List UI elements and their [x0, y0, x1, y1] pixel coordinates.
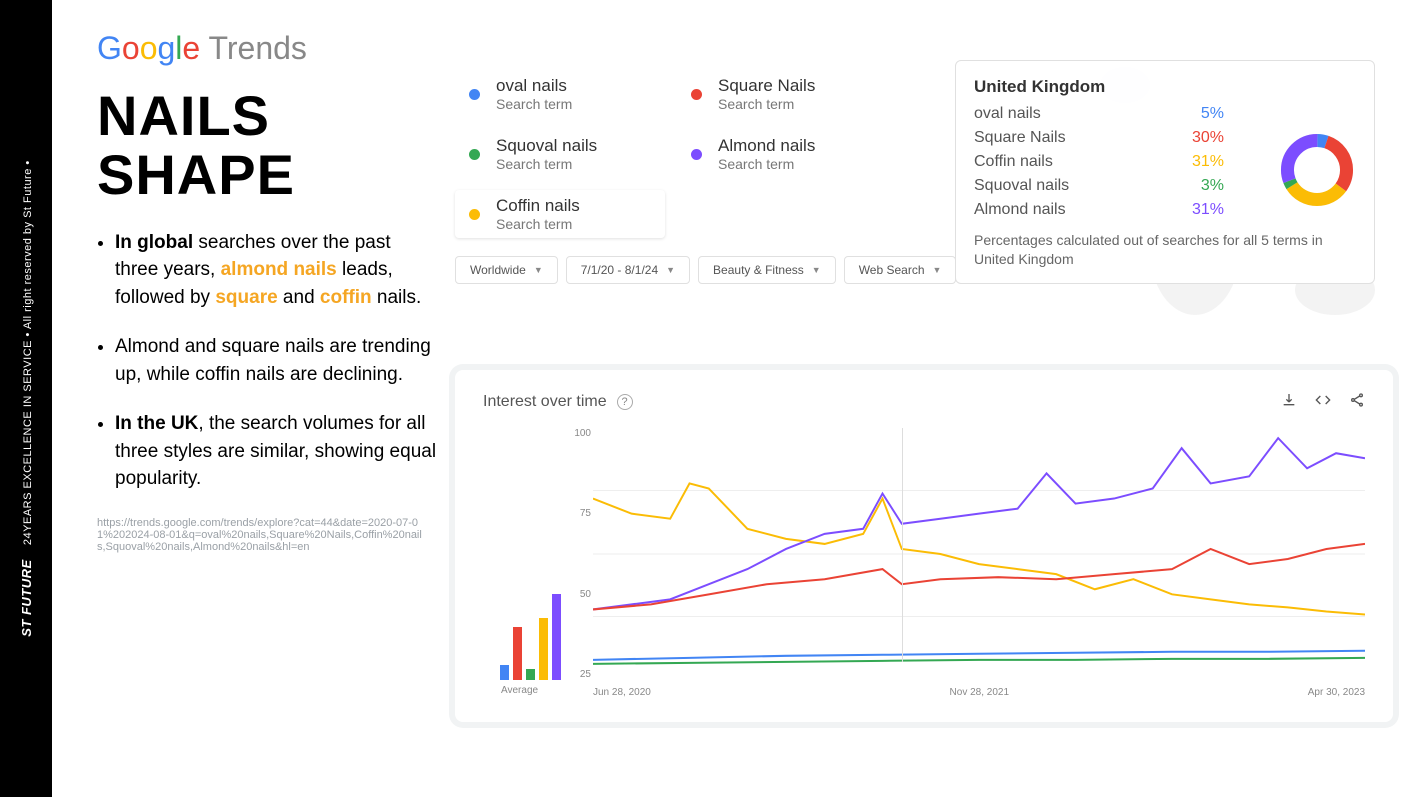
search-terms-legend: oval nailsSearch term Square NailsSearch…: [455, 70, 915, 238]
insight-item: In global searches over the past three y…: [115, 229, 437, 312]
color-dot-icon: [469, 149, 480, 160]
breakdown-note: Percentages calculated out of searches f…: [974, 231, 1356, 269]
source-url: https://trends.google.com/trends/explore…: [97, 517, 427, 553]
embed-icon[interactable]: [1315, 392, 1331, 412]
breakdown-pct: 3%: [1164, 177, 1224, 195]
breakdown-term: Coffin nails: [974, 153, 1164, 171]
breakdown-pct: 31%: [1164, 153, 1224, 171]
brand: ST FUTURE: [19, 559, 34, 636]
breakdown-term: Squoval nails: [974, 177, 1164, 195]
color-dot-icon: [469, 209, 480, 220]
category-filter[interactable]: Beauty & Fitness▼: [698, 256, 836, 284]
chevron-down-icon: ▼: [933, 265, 942, 275]
breakdown-pct: 5%: [1164, 105, 1224, 123]
copyright-sidebar: ST FUTURE 24YEARS EXCELLENCE IN SERVICE …: [0, 0, 52, 797]
help-icon[interactable]: ?: [617, 394, 633, 410]
average-label: Average: [501, 685, 538, 696]
donut-chart: [1278, 131, 1356, 214]
breakdown-pct: 31%: [1164, 201, 1224, 219]
region-filter[interactable]: Worldwide▼: [455, 256, 558, 284]
chevron-down-icon: ▼: [812, 265, 821, 275]
region-breakdown-card: United Kingdom oval nails5% Square Nails…: [955, 60, 1375, 284]
search-type-filter[interactable]: Web Search▼: [844, 256, 957, 284]
date-filter[interactable]: 7/1/20 - 8/1/24▼: [566, 256, 690, 284]
breakdown-term: Almond nails: [974, 201, 1164, 219]
legend-item[interactable]: Square NailsSearch term: [677, 70, 887, 118]
x-axis-ticks: Jun 28, 2020 Nov 28, 2021 Apr 30, 2023: [593, 687, 1365, 698]
average-bars: [495, 570, 565, 680]
line-chart: [593, 428, 1365, 680]
y-axis-ticks: 100 75 50 25: [573, 428, 591, 680]
chart-title: Interest over time: [483, 393, 607, 411]
insights-list: In global searches over the past three y…: [97, 229, 437, 493]
color-dot-icon: [691, 149, 702, 160]
chevron-down-icon: ▼: [534, 265, 543, 275]
region-name: United Kingdom: [974, 77, 1356, 97]
legend-item[interactable]: Squoval nailsSearch term: [455, 130, 665, 178]
legend-item[interactable]: Coffin nailsSearch term: [455, 190, 665, 238]
legend-item[interactable]: oval nailsSearch term: [455, 70, 665, 118]
chevron-down-icon: ▼: [666, 265, 675, 275]
interest-chart-card: Interest over time ? 100 75 50 25: [455, 370, 1393, 722]
color-dot-icon: [691, 89, 702, 100]
color-dot-icon: [469, 89, 480, 100]
insight-item: In the UK, the search volumes for all th…: [115, 410, 437, 493]
insight-item: Almond and square nails are trending up,…: [115, 333, 437, 388]
tagline: 24YEARS EXCELLENCE IN SERVICE • All righ…: [22, 160, 34, 545]
breakdown-pct: 30%: [1164, 129, 1224, 147]
share-icon[interactable]: [1349, 392, 1365, 412]
legend-item[interactable]: Almond nailsSearch term: [677, 130, 887, 178]
breakdown-term: Square Nails: [974, 129, 1164, 147]
download-icon[interactable]: [1281, 392, 1297, 412]
breakdown-term: oval nails: [974, 105, 1164, 123]
